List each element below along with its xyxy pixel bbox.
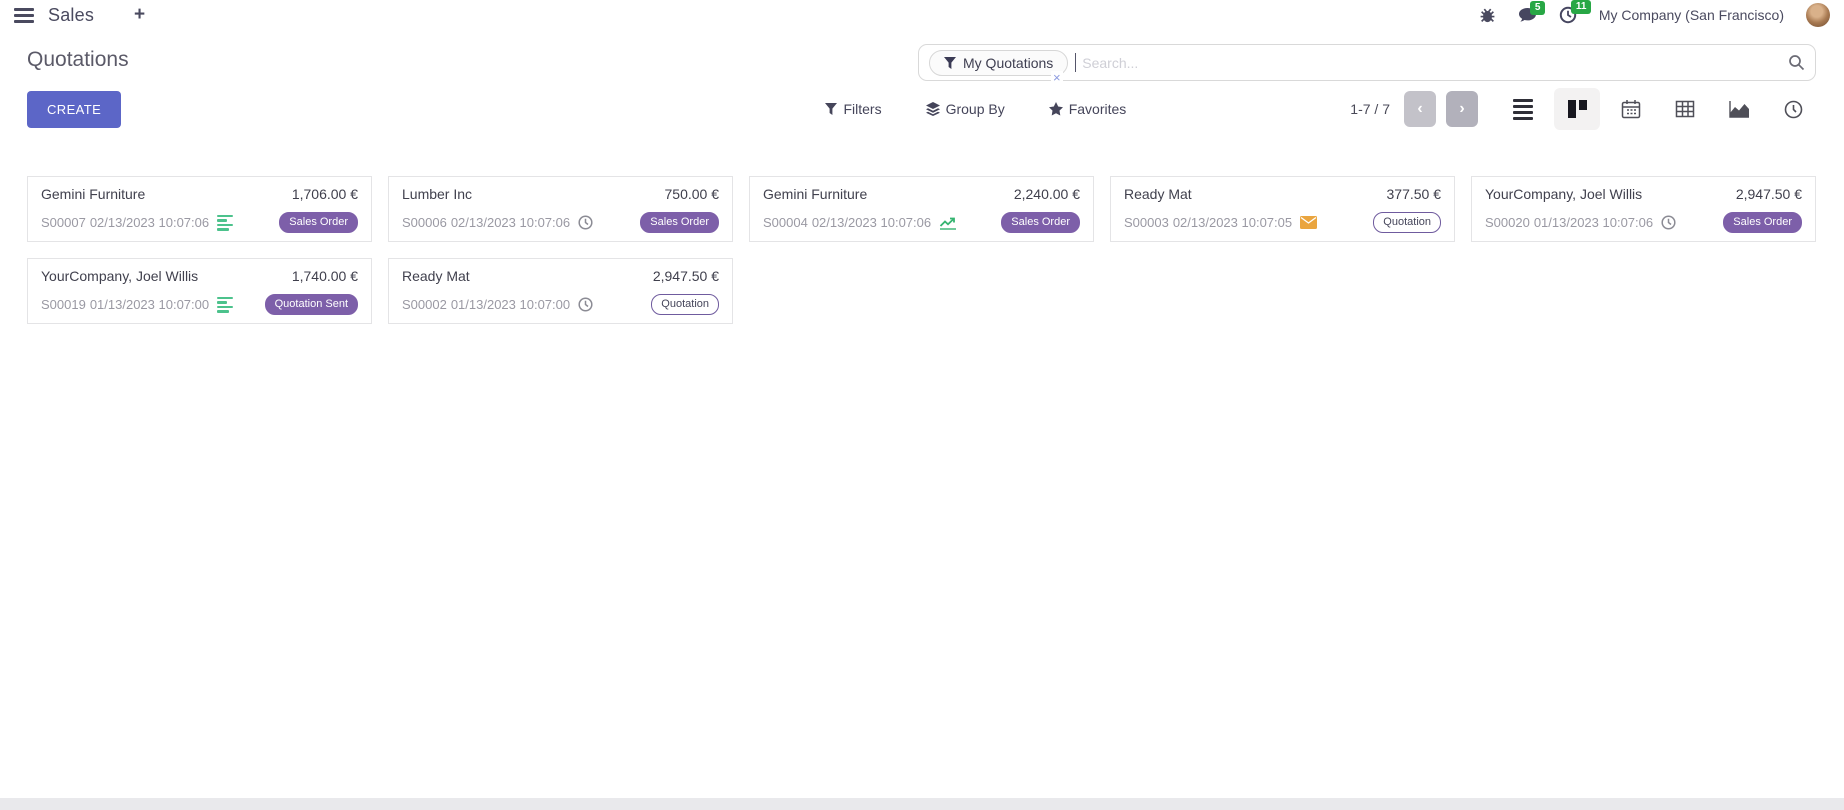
status-badge: Sales Order (1001, 212, 1080, 233)
activity-email-icon[interactable] (1300, 216, 1317, 229)
partner-name: YourCompany, Joel Willis (41, 268, 198, 284)
amount-total: 2,947.50 € (653, 268, 719, 284)
quotation-card[interactable]: Lumber Inc 750.00 € S00006 02/13/2023 10:… (388, 176, 733, 242)
partner-name: Ready Mat (402, 268, 470, 284)
partner-name: YourCompany, Joel Willis (1485, 186, 1642, 202)
search-facet-label: My Quotations (963, 55, 1053, 71)
order-reference: S00002 (402, 297, 447, 312)
kanban-view-icon (1568, 100, 1587, 118)
order-datetime: 02/13/2023 10:07:06 (812, 215, 931, 230)
filters-label: Filters (843, 101, 881, 117)
apps-menu-icon[interactable] (14, 6, 34, 25)
amount-total: 2,240.00 € (1014, 186, 1080, 202)
amount-total: 2,947.50 € (1736, 186, 1802, 202)
activity-clock-icon[interactable] (578, 297, 593, 312)
kanban-view: Gemini Furniture 1,706.00 € S00007 02/13/… (0, 140, 1844, 324)
status-badge: Sales Order (279, 212, 358, 233)
activities-count-badge: 11 (1571, 0, 1592, 14)
groupby-label: Group By (946, 101, 1005, 117)
order-datetime: 02/13/2023 10:07:06 (451, 215, 570, 230)
quotation-card[interactable]: Ready Mat 377.50 € S00003 02/13/2023 10:0… (1110, 176, 1455, 242)
amount-total: 1,706.00 € (292, 186, 358, 202)
partner-name: Ready Mat (1124, 186, 1192, 202)
filter-funnel-icon (944, 57, 956, 69)
amount-total: 750.00 € (665, 186, 720, 202)
view-graph-button[interactable] (1716, 88, 1762, 130)
view-activity-button[interactable] (1770, 88, 1816, 130)
messages-count-badge: 5 (1530, 1, 1546, 15)
quotation-card[interactable]: Gemini Furniture 1,706.00 € S00007 02/13/… (27, 176, 372, 242)
quotation-card[interactable]: YourCompany, Joel Willis 1,740.00 € S000… (27, 258, 372, 324)
debug-bug-icon[interactable] (1479, 7, 1496, 24)
company-name[interactable]: My Company (San Francisco) (1599, 7, 1784, 23)
user-avatar[interactable] (1806, 3, 1830, 27)
quotation-card[interactable]: Gemini Furniture 2,240.00 € S00004 02/13/… (749, 176, 1094, 242)
activity-view-icon (1784, 100, 1803, 119)
add-tab-icon[interactable]: + (134, 4, 145, 26)
view-switcher (1500, 88, 1816, 130)
filter-funnel-icon (825, 103, 837, 115)
create-button[interactable]: CREATE (27, 91, 121, 128)
status-badge: Quotation (1373, 212, 1441, 233)
order-datetime: 01/13/2023 10:07:00 (451, 297, 570, 312)
order-reference: S00003 (1124, 215, 1169, 230)
order-datetime: 02/13/2023 10:07:05 (1173, 215, 1292, 230)
groupby-dropdown[interactable]: Group By (926, 101, 1005, 117)
order-reference: S00007 (41, 215, 86, 230)
view-calendar-button[interactable] (1608, 88, 1654, 130)
activities-clock-icon[interactable]: 11 (1559, 6, 1577, 24)
status-badge: Quotation (651, 294, 719, 315)
pager: 1-7 / 7 ‹ › (1350, 91, 1478, 127)
activity-done-list-icon[interactable] (217, 215, 233, 231)
order-datetime: 02/13/2023 10:07:06 (90, 215, 209, 230)
messages-icon[interactable]: 5 (1518, 7, 1537, 24)
pager-next-button[interactable]: › (1446, 91, 1478, 127)
list-view-icon (1513, 99, 1533, 120)
order-reference: S00004 (763, 215, 808, 230)
status-badge: Quotation Sent (265, 294, 358, 315)
search-icon[interactable] (1788, 54, 1805, 71)
search-bar[interactable]: My Quotations × (918, 44, 1816, 81)
horizontal-scrollbar[interactable] (0, 798, 1844, 810)
view-pivot-button[interactable] (1662, 88, 1708, 130)
status-badge: Sales Order (640, 212, 719, 233)
partner-name: Lumber Inc (402, 186, 472, 202)
order-reference: S00019 (41, 297, 86, 312)
favorites-dropdown[interactable]: Favorites (1049, 101, 1127, 117)
pager-range: 1-7 / 7 (1350, 101, 1390, 117)
filters-dropdown[interactable]: Filters (825, 101, 881, 117)
facet-remove-icon[interactable]: × (1051, 71, 1063, 84)
top-navbar: Sales + 5 11 My Company (San Francisco) (0, 0, 1844, 30)
activity-trend-chart-icon[interactable] (939, 215, 957, 230)
pivot-view-icon (1675, 99, 1695, 119)
order-reference: S00020 (1485, 215, 1530, 230)
order-datetime: 01/13/2023 10:07:00 (90, 297, 209, 312)
view-kanban-button[interactable] (1554, 88, 1600, 130)
search-facet-my-quotations[interactable]: My Quotations (929, 50, 1068, 76)
pager-previous-button[interactable]: ‹ (1404, 91, 1436, 127)
amount-total: 377.50 € (1387, 186, 1442, 202)
amount-total: 1,740.00 € (292, 268, 358, 284)
activity-done-list-icon[interactable] (217, 297, 233, 313)
graph-view-icon (1729, 100, 1750, 118)
star-icon (1049, 102, 1063, 116)
activity-clock-icon[interactable] (578, 215, 593, 230)
status-badge: Sales Order (1723, 212, 1802, 233)
calendar-view-icon (1621, 99, 1641, 119)
page-title: Quotations (27, 44, 129, 72)
control-panel: Quotations My Quotations × CREATE Filter… (0, 30, 1844, 140)
favorites-label: Favorites (1069, 101, 1127, 117)
quotation-card[interactable]: YourCompany, Joel Willis 2,947.50 € S000… (1471, 176, 1816, 242)
activity-clock-icon[interactable] (1661, 215, 1676, 230)
order-datetime: 01/13/2023 10:07:06 (1534, 215, 1653, 230)
quotation-card[interactable]: Ready Mat 2,947.50 € S00002 01/13/2023 10… (388, 258, 733, 324)
layers-icon (926, 102, 940, 116)
order-reference: S00006 (402, 215, 447, 230)
search-input[interactable] (1076, 55, 1788, 71)
app-name[interactable]: Sales (48, 5, 94, 26)
partner-name: Gemini Furniture (763, 186, 867, 202)
partner-name: Gemini Furniture (41, 186, 145, 202)
view-list-button[interactable] (1500, 88, 1546, 130)
